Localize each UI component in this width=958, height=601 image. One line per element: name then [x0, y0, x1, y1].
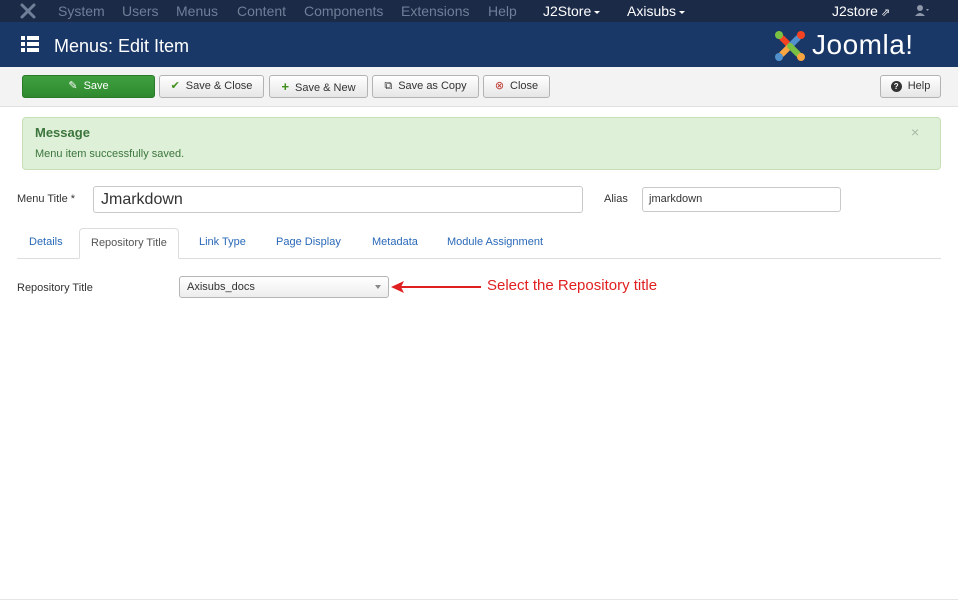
message-text: Menu item successfully saved. — [35, 148, 185, 160]
save-button[interactable]: ✎ Save — [22, 75, 155, 98]
tab-metadata[interactable]: Metadata — [372, 236, 418, 248]
help-label: Help — [907, 80, 931, 92]
repository-title-value: Axisubs_docs — [187, 281, 255, 293]
tab-module-assignment[interactable]: Module Assignment — [447, 236, 543, 248]
save-close-button[interactable]: ✔ Save & Close — [159, 75, 264, 98]
joomla-x-icon[interactable] — [18, 2, 38, 20]
caret-down-icon — [679, 10, 686, 14]
close-button[interactable]: ⊗ Close — [483, 75, 550, 98]
save-label: Save — [83, 80, 109, 92]
save-copy-button[interactable]: ⧉ Save as Copy — [372, 75, 479, 98]
success-message: Message Menu item successfully saved. × — [22, 117, 941, 170]
page-title: Menus: Edit Item — [54, 36, 190, 56]
menu-title-input[interactable]: Jmarkdown — [93, 186, 583, 213]
tab-repository-title[interactable]: Repository Title — [79, 228, 179, 259]
annotation-arrow-icon — [391, 281, 481, 293]
save-close-label: Save & Close — [185, 80, 253, 92]
tab-details[interactable]: Details — [29, 236, 63, 248]
nav-users[interactable]: Users — [122, 2, 159, 20]
menu-title-label: Menu Title * — [17, 193, 76, 205]
tab-page-display[interactable]: Page Display — [276, 236, 341, 248]
nav-content[interactable]: Content — [237, 2, 286, 20]
cancel-circle-icon: ⊗ — [494, 80, 505, 92]
user-icon[interactable] — [913, 4, 929, 18]
save-new-label: Save & New — [295, 82, 356, 94]
nav-system[interactable]: System — [58, 2, 105, 20]
alias-label: Alias — [604, 193, 628, 205]
nav-extensions[interactable]: Extensions — [401, 2, 469, 20]
repository-title-label: Repository Title — [17, 282, 93, 294]
toolbar: ✎ Save ✔ Save & Close + Save & New ⧉ Save as… — [0, 67, 958, 107]
question-icon: ? — [890, 80, 902, 92]
site-link[interactable]: J2store ⇗ — [832, 2, 890, 22]
nav-axisubs-menu[interactable]: Axisubs — [627, 2, 686, 20]
nav-menus[interactable]: Menus — [176, 2, 218, 20]
nav-j2store-menu[interactable]: J2Store — [543, 2, 601, 20]
nav-j2store-label: J2Store — [543, 3, 592, 19]
repository-title-select[interactable]: Axisubs_docs — [179, 276, 389, 298]
alias-input[interactable]: jmarkdown — [642, 187, 841, 212]
nav-help[interactable]: Help — [488, 2, 517, 20]
annotation-text: Select the Repository title — [487, 277, 658, 294]
top-navbar: System Users Menus Content Components Ex… — [0, 0, 958, 22]
close-icon[interactable]: × — [911, 124, 919, 140]
joomla-logo-icon — [775, 31, 805, 61]
joomla-logo-text: Joomla! — [812, 29, 914, 60]
external-link-icon: ⇗ — [880, 7, 891, 19]
page-header: Menus: Edit Item Joomla! — [0, 22, 958, 67]
caret-down-icon — [594, 10, 601, 14]
message-heading: Message — [35, 125, 90, 140]
save-new-button[interactable]: + Save & New — [269, 75, 368, 98]
help-button[interactable]: ? Help — [880, 75, 941, 98]
tab-link-type[interactable]: Link Type — [199, 236, 246, 248]
edit-icon: ✎ — [68, 80, 78, 92]
nav-axisubs-label: Axisubs — [627, 3, 677, 19]
page-bottom-divider — [0, 599, 958, 600]
copy-icon: ⧉ — [384, 80, 393, 92]
plus-icon: + — [281, 79, 290, 94]
site-link-label: J2store — [832, 3, 878, 19]
close-label: Close — [510, 80, 539, 92]
check-icon: ✔ — [170, 80, 180, 92]
save-copy-label: Save as Copy — [398, 80, 467, 92]
chevron-down-icon — [375, 285, 381, 289]
list-icon — [21, 36, 39, 52]
nav-components[interactable]: Components — [304, 2, 383, 20]
edit-tabs: Details Repository Title Link Type Page … — [17, 228, 941, 259]
